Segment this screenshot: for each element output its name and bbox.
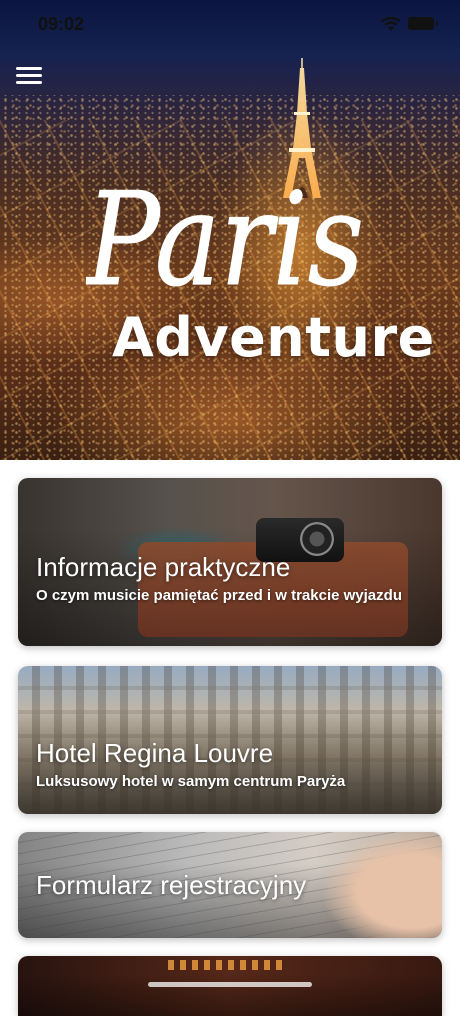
title-paris: Paris [86,166,365,307]
status-time: 09:02 [38,14,85,34]
card-hotel[interactable]: Hotel Regina Louvre Luksusowy hotel w sa… [18,666,442,814]
card-image [168,960,288,970]
wifi-icon [381,16,401,31]
card-practical-info[interactable]: Informacje praktyczne O czym musicie pam… [18,478,442,646]
card-title: Informacje praktyczne [36,552,291,582]
card-title: Formularz rejestracyjny [36,870,307,900]
hamburger-menu-icon[interactable] [14,64,46,86]
card-registration-form[interactable]: Formularz rejestracyjny [18,832,442,938]
hand-pen-image [292,832,442,938]
home-indicator [148,982,312,987]
card-title: Hotel Regina Louvre [36,738,274,768]
svg-text:Paris: Paris [86,166,364,306]
status-bar: 09:02 [0,0,460,50]
battery-icon [408,17,438,30]
title-adventure: Adventure [112,306,435,369]
card-subtitle: O czym musicie pamiętać przed i w trakci… [36,587,402,604]
card-subtitle: Luksusowy hotel w samym centrum Paryża [36,773,346,790]
